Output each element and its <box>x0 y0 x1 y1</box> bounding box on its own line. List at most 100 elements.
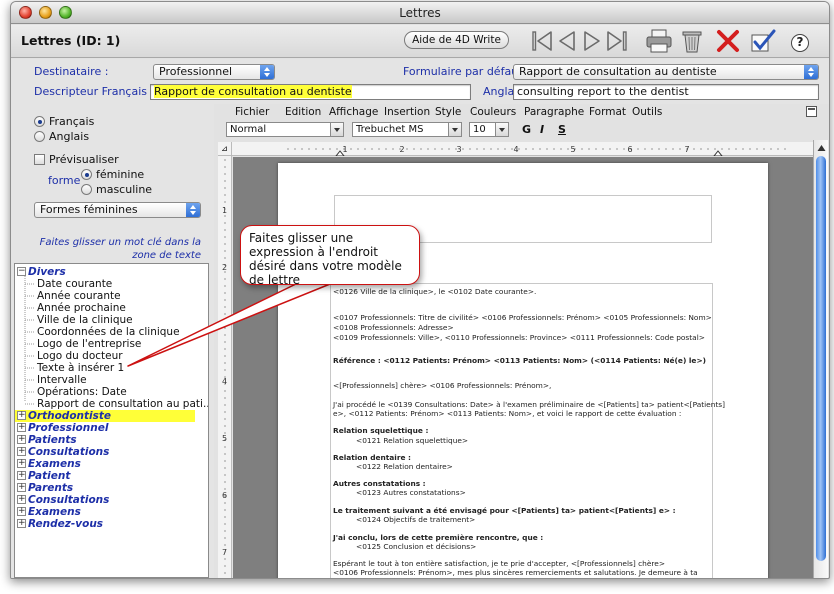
document-line[interactable]: <0123 Autres constatations> <box>356 488 466 497</box>
underline-button[interactable]: S <box>558 123 566 136</box>
zoom-window-button[interactable] <box>59 6 72 19</box>
expand-icon[interactable]: + <box>17 459 26 468</box>
trash-icon[interactable] <box>679 28 705 54</box>
tree-category-divers[interactable]: − Divers <box>15 266 66 278</box>
last-record-icon[interactable] <box>605 28 629 54</box>
tree-category[interactable]: + Parents <box>15 482 73 494</box>
document-line[interactable]: <0126 Ville de la clinique>, le <0102 Da… <box>333 287 536 296</box>
close-window-button[interactable] <box>19 6 32 19</box>
document-line[interactable]: <0124 Objectifs de traitement> <box>356 515 475 524</box>
vertical-ruler[interactable]: 1 2 3 4 5 6 7 <box>218 156 232 578</box>
expand-icon[interactable]: + <box>17 483 26 492</box>
menu-5[interactable]: Couleurs <box>470 104 516 120</box>
expand-icon[interactable]: + <box>17 519 26 528</box>
document-line[interactable]: <0109 Professionnels: Ville>, <0110 Prof… <box>333 333 705 342</box>
tree-category[interactable]: + Patients <box>15 434 77 446</box>
formulaire-popup[interactable]: Rapport de consultation au dentiste <box>513 64 819 80</box>
collapse-icon[interactable]: − <box>17 267 26 276</box>
tree-category[interactable]: + Examens <box>15 458 81 470</box>
menu-7[interactable]: Format <box>589 104 626 120</box>
tree-item[interactable]: Année courante <box>37 290 121 302</box>
tree-item[interactable]: Ville de la clinique <box>37 314 133 326</box>
expand-icon[interactable]: + <box>17 411 26 420</box>
tree-item[interactable]: Coordonnées de la clinique <box>37 326 180 338</box>
tree-item[interactable]: Intervalle <box>37 374 87 386</box>
tree-item[interactable]: Date courante <box>37 278 112 290</box>
validate-icon[interactable] <box>749 28 777 54</box>
destinataire-popup[interactable]: Professionnel <box>153 64 275 80</box>
tree-category[interactable]: + Examens <box>15 506 81 518</box>
menu-0[interactable]: Fichier <box>235 104 269 120</box>
menu-4[interactable]: Style <box>435 104 461 120</box>
tree-category[interactable]: + Rendez-vous <box>15 518 103 530</box>
help-icon[interactable]: ? <box>791 34 809 52</box>
tree-item[interactable]: Texte à insérer 1 <box>37 362 124 374</box>
expand-icon[interactable]: + <box>17 471 26 480</box>
expand-icon[interactable]: + <box>17 495 26 504</box>
feminine-radio[interactable]: féminine <box>81 168 144 181</box>
anglais-field[interactable]: consulting report to the dentist <box>513 84 819 100</box>
menu-8[interactable]: Outils <box>632 104 662 120</box>
menu-2[interactable]: Affichage <box>329 104 378 120</box>
document-line[interactable]: <0106 Professionnels: Prénom>, mes plus … <box>333 568 698 577</box>
expand-icon[interactable]: + <box>17 423 26 432</box>
keyword-tree[interactable]: − Divers Date courante Année courante Année… <box>14 263 209 578</box>
tree-item[interactable]: Rapport de consultation au pati... <box>37 398 208 410</box>
menu-3[interactable]: Insertion <box>384 104 430 120</box>
style-select[interactable]: Normal <box>226 122 344 137</box>
document-line[interactable]: Relation dentaire : <box>333 453 411 462</box>
tree-category[interactable]: + Consultations <box>15 494 109 506</box>
menu-1[interactable]: Edition <box>285 104 321 120</box>
document-line[interactable]: <0108 Professionnels: Adresse> <box>333 323 454 332</box>
tree-category[interactable]: + Consultations <box>15 446 109 458</box>
document-line[interactable]: <[Professionnels] chère> <0106 Professio… <box>333 381 551 390</box>
document-line[interactable]: Autres constatations : <box>333 479 426 488</box>
bold-button[interactable]: G <box>522 123 531 136</box>
document-line[interactable]: J'ai procédé le <0139 Consultations: Dat… <box>333 400 725 409</box>
masculine-radio[interactable]: masculine <box>81 183 152 196</box>
expand-icon[interactable]: + <box>17 435 26 444</box>
italic-button[interactable]: I <box>540 123 544 136</box>
document-line[interactable]: e>, <0112 Patients: Prénom> <0113 Patien… <box>333 409 681 418</box>
tree-category[interactable]: + Professionnel <box>15 422 108 434</box>
lang-fr-radio[interactable]: Français <box>34 115 94 128</box>
descripteur-field[interactable]: Rapport de consultation au dentiste <box>150 84 471 100</box>
font-select[interactable]: Trebuchet MS <box>352 122 462 137</box>
document-line[interactable]: disposition pour tout renseignement supp… <box>333 577 717 578</box>
scroll-thumb[interactable] <box>816 156 826 561</box>
minimize-window-button[interactable] <box>39 6 52 19</box>
document-area[interactable]: <0126 Ville de la clinique>, le <0102 Da… <box>233 157 813 578</box>
aide-4d-write-button[interactable]: Aide de 4D Write <box>404 31 509 49</box>
tree-item[interactable]: Année prochaine <box>37 302 126 314</box>
document-line[interactable]: Référence : <0112 Patients: Prénom> <011… <box>333 356 706 365</box>
menu-6[interactable]: Paragraphe <box>524 104 584 120</box>
cancel-icon[interactable] <box>715 28 741 54</box>
document-line[interactable]: Espérant le tout à ton entière satisfact… <box>333 559 665 568</box>
document-line[interactable]: <0121 Relation squelettique> <box>356 436 468 445</box>
ruler-corner-icon[interactable]: ⊿ <box>218 142 232 156</box>
document-line[interactable]: <0107 Professionnels: Titre de civilité>… <box>333 313 712 322</box>
tree-category[interactable]: + Orthodontiste <box>15 410 195 422</box>
scroll-up-icon[interactable] <box>817 143 826 152</box>
size-select[interactable]: 10 <box>469 122 509 137</box>
lang-en-radio[interactable]: Anglais <box>34 130 89 143</box>
tree-category[interactable]: + Patient <box>15 470 70 482</box>
horizontal-ruler[interactable]: 1 2 3 4 5 6 7 <box>232 142 813 157</box>
tree-item[interactable]: Opérations: Date <box>37 386 127 398</box>
expand-icon[interactable]: + <box>17 507 26 516</box>
document-line[interactable]: Relation squelettique : <box>333 426 428 435</box>
document-line[interactable]: <0125 Conclusion et décisions> <box>356 542 476 551</box>
print-icon[interactable] <box>645 28 673 54</box>
document-line[interactable]: Le traitement suivant a été envisagé pou… <box>333 506 676 515</box>
tree-item[interactable]: Logo de l'entreprise <box>37 338 141 350</box>
tree-item[interactable]: Logo du docteur <box>37 350 123 362</box>
preview-checkbox[interactable]: Prévisualiser <box>34 153 119 166</box>
previous-record-icon[interactable] <box>556 28 578 54</box>
first-record-icon[interactable] <box>530 28 554 54</box>
editor-options-icon[interactable] <box>806 106 817 117</box>
document-line[interactable]: <0122 Relation dentaire> <box>356 462 453 471</box>
expand-icon[interactable]: + <box>17 447 26 456</box>
vertical-scrollbar[interactable] <box>813 140 828 578</box>
next-record-icon[interactable] <box>581 28 603 54</box>
formes-popup[interactable]: Formes féminines <box>34 202 201 218</box>
